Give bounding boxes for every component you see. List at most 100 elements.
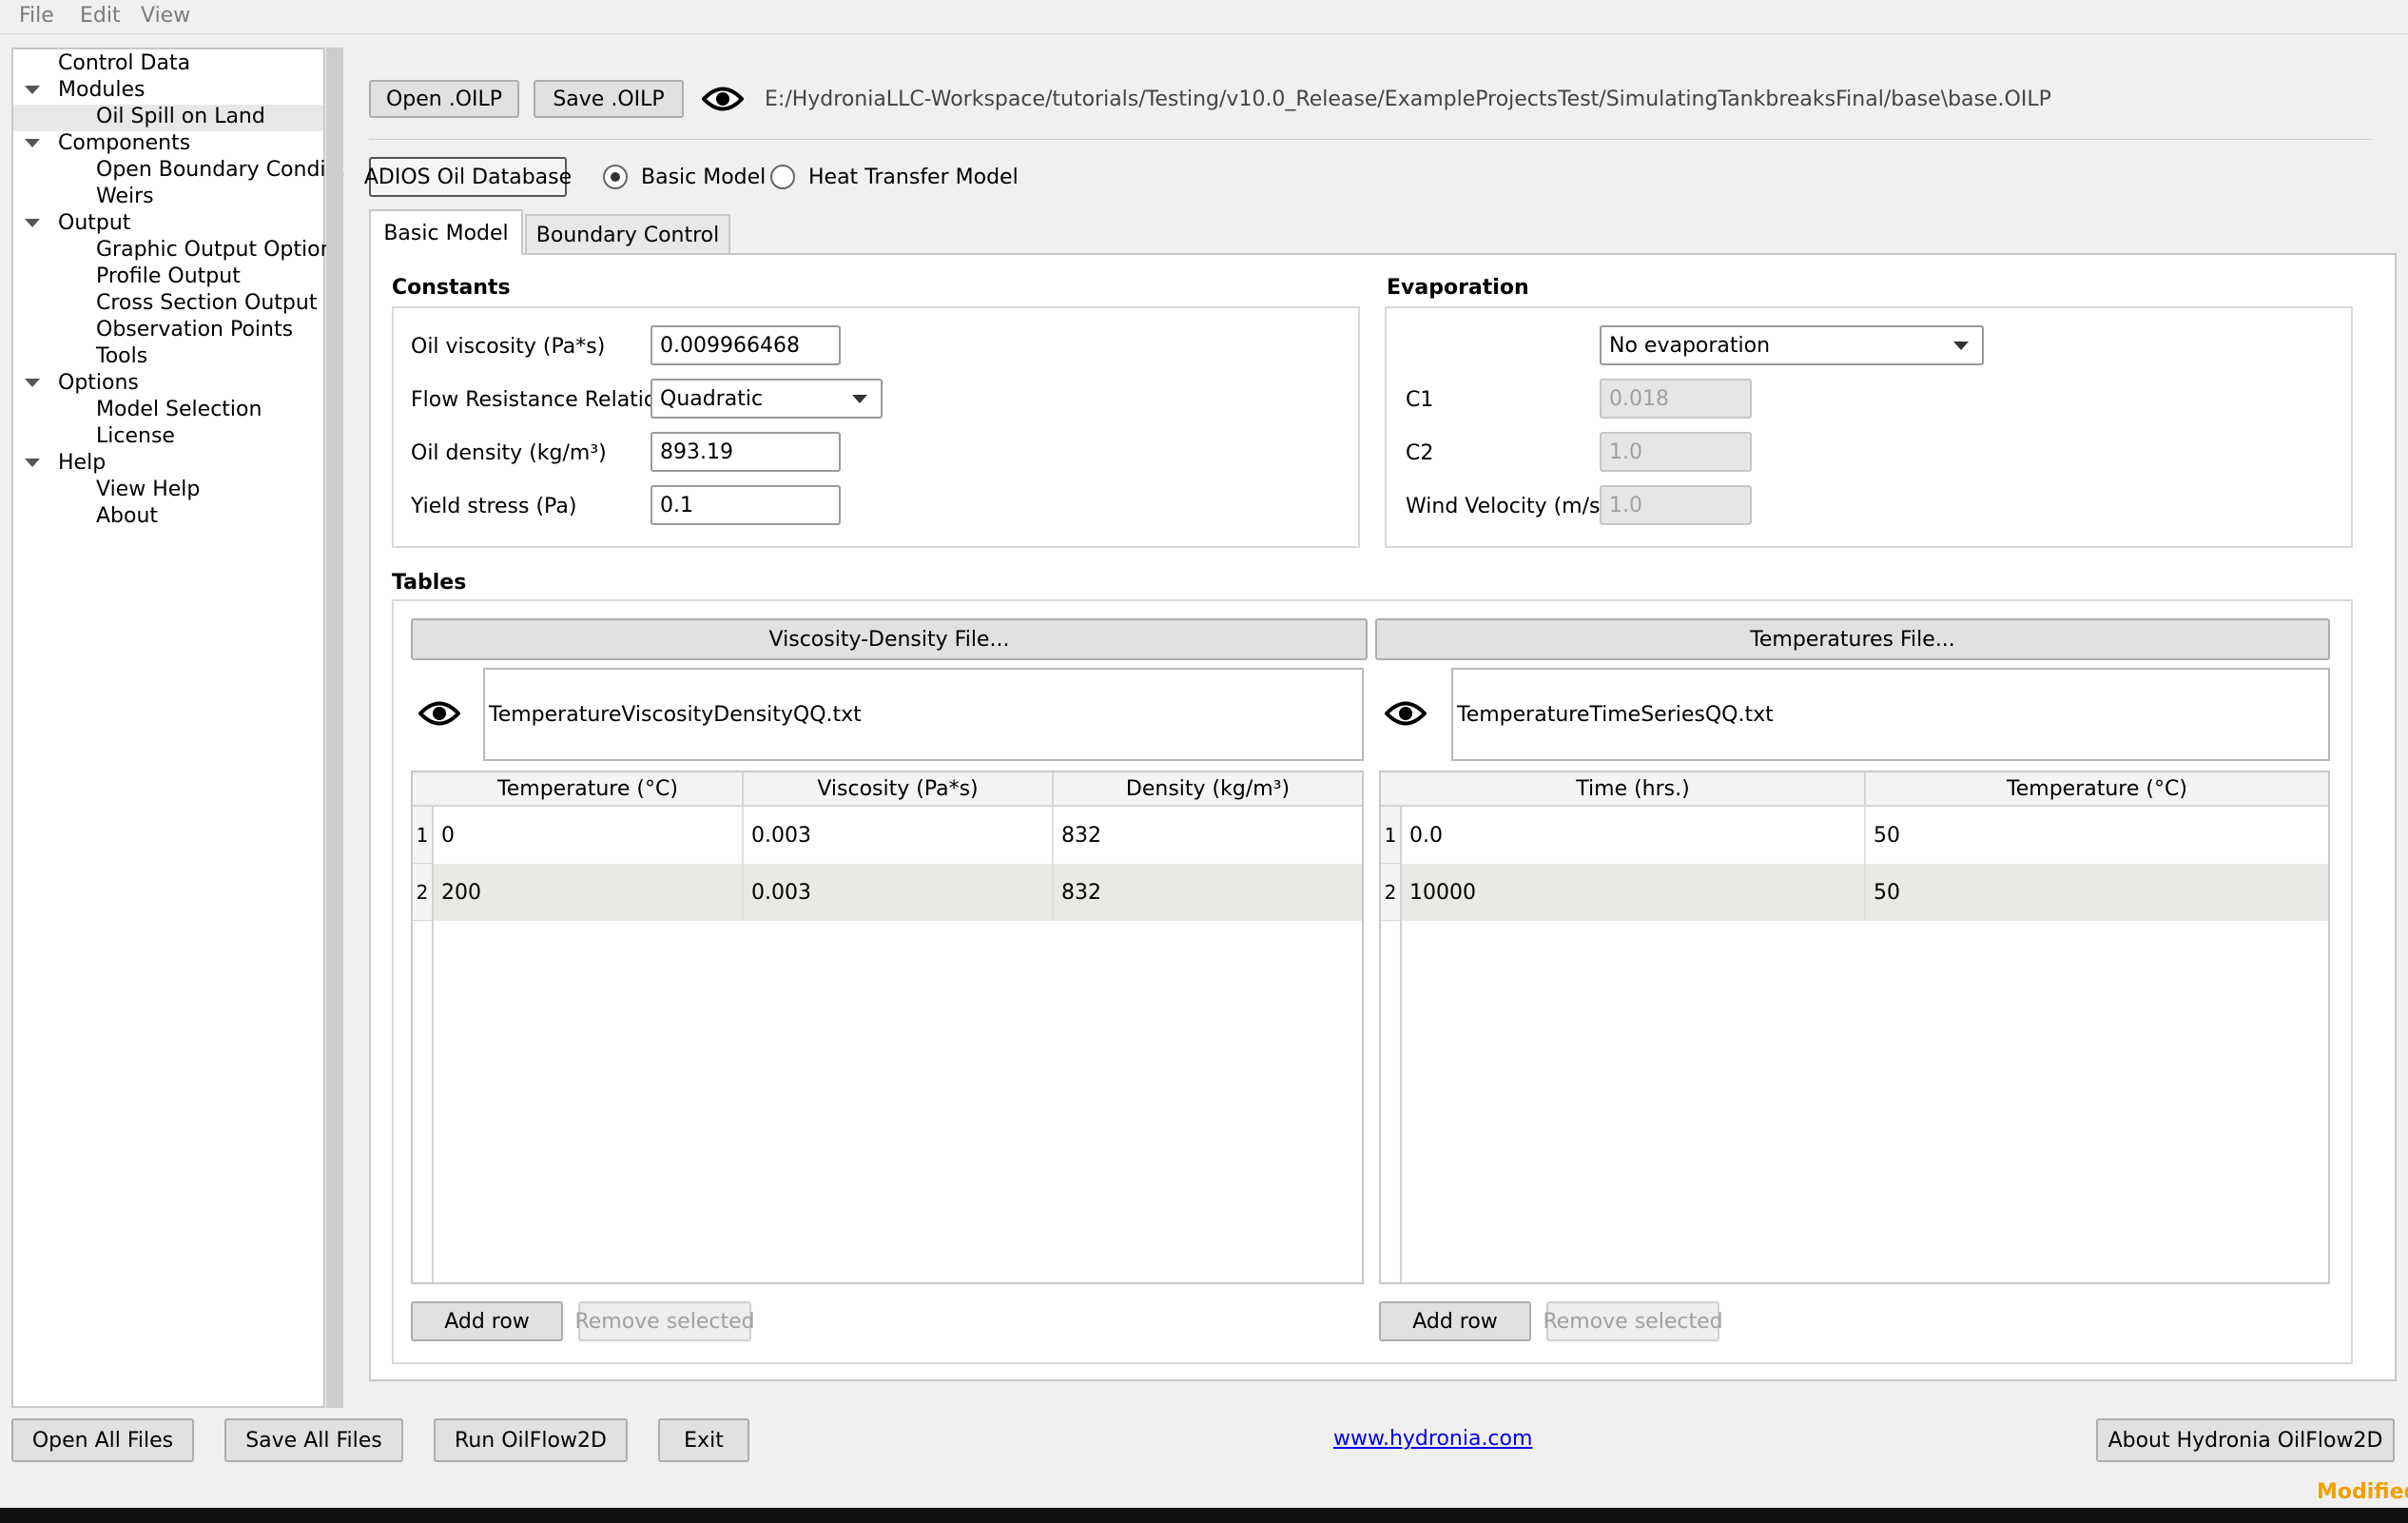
- table-header[interactable]: Temperature (°C): [1866, 772, 2328, 807]
- eye-icon[interactable]: [702, 85, 744, 113]
- flow-resistance-value: Quadratic: [660, 386, 764, 411]
- table-header[interactable]: Density (kg/m³): [1054, 772, 1362, 807]
- wind-velocity-input[interactable]: 1.0: [1600, 485, 1752, 525]
- expand-arrow-icon[interactable]: [25, 459, 40, 467]
- tree-splitter-scrollbar[interactable]: [326, 48, 343, 1408]
- yield-stress-input[interactable]: 0.1: [651, 485, 841, 525]
- save-oilp-button[interactable]: Save .OILP: [534, 80, 684, 118]
- run-oilflow2d-button[interactable]: Run OilFlow2D: [434, 1418, 628, 1462]
- file-path-label: E:/HydroniaLLC-Workspace/tutorials/Testi…: [765, 88, 2051, 111]
- status-modified-label: Modified: [2317, 1480, 2408, 1504]
- tree-item-open-boundary[interactable]: Open Boundary Condi...: [96, 158, 346, 182]
- row-number[interactable]: 2: [413, 864, 434, 921]
- oil-density-label: Oil density (kg/m³): [411, 441, 607, 465]
- table-cell[interactable]: 0.003: [744, 864, 1054, 921]
- basic-model-radio[interactable]: [603, 165, 628, 189]
- add-row-button[interactable]: Add row: [411, 1301, 563, 1341]
- c1-label: C1: [1406, 388, 1434, 412]
- row-number[interactable]: 1: [1381, 807, 1402, 864]
- chevron-down-icon: [1953, 342, 1969, 350]
- table-cell[interactable]: 10000: [1402, 864, 1866, 921]
- tables-title: Tables: [392, 571, 467, 595]
- table-header[interactable]: Temperature (°C): [413, 772, 744, 807]
- oil-viscosity-label: Oil viscosity (Pa*s): [411, 335, 606, 359]
- tree-item-oil-spill-on-land[interactable]: Oil Spill on Land: [96, 105, 265, 128]
- evaporation-mode-select[interactable]: No evaporation: [1600, 325, 1984, 365]
- expand-arrow-icon[interactable]: [25, 379, 40, 387]
- save-all-files-button[interactable]: Save All Files: [224, 1418, 403, 1462]
- table-cell[interactable]: 50: [1866, 864, 2328, 921]
- tree-item-control-data[interactable]: Control Data: [58, 51, 190, 75]
- flow-resistance-select[interactable]: Quadratic: [651, 379, 883, 419]
- open-oilp-button[interactable]: Open .OILP: [369, 80, 519, 118]
- table-cell[interactable]: 0: [434, 807, 744, 864]
- table-cell[interactable]: 832: [1054, 807, 1362, 864]
- hydronia-website-link[interactable]: www.hydronia.com: [1333, 1427, 1532, 1451]
- table-cell[interactable]: 832: [1054, 864, 1362, 921]
- tree-item-weirs[interactable]: Weirs: [96, 185, 154, 208]
- tree-item-help[interactable]: Help: [58, 451, 106, 475]
- navigation-tree[interactable]: Control Data Modules Oil Spill on Land C…: [11, 48, 346, 1408]
- tree-item-about[interactable]: About: [96, 504, 158, 528]
- remove-selected-button[interactable]: Remove selected: [574, 1301, 755, 1341]
- yield-stress-label: Yield stress (Pa): [411, 495, 577, 518]
- c1-input[interactable]: 0.018: [1600, 379, 1752, 419]
- row-header-gutter: [413, 921, 434, 1282]
- tree-item-profile-output[interactable]: Profile Output: [96, 264, 241, 288]
- row-header-gutter: [1381, 921, 1402, 1282]
- chevron-down-icon: [852, 395, 867, 403]
- add-row-button[interactable]: Add row: [1379, 1301, 1531, 1341]
- table-cell[interactable]: 50: [1866, 807, 2328, 864]
- table-cell[interactable]: 200: [434, 864, 744, 921]
- table-header[interactable]: Viscosity (Pa*s): [744, 772, 1054, 807]
- about-hydronia-button[interactable]: About Hydronia OilFlow2D: [2096, 1418, 2395, 1462]
- tab-boundary-control[interactable]: Boundary Control: [525, 214, 730, 254]
- separator: [369, 139, 2372, 140]
- eye-icon[interactable]: [418, 699, 460, 728]
- tree-item-observation-points[interactable]: Observation Points: [96, 318, 293, 342]
- expand-arrow-icon[interactable]: [25, 86, 40, 94]
- expand-arrow-icon[interactable]: [25, 139, 40, 147]
- temperatures-filename: TemperatureTimeSeriesQQ.txt: [1451, 668, 2330, 761]
- tree-item-output[interactable]: Output: [58, 211, 130, 235]
- table-header[interactable]: Time (hrs.): [1381, 772, 1866, 807]
- evaporation-mode-value: No evaporation: [1609, 333, 1771, 358]
- tree-item-model-selection[interactable]: Model Selection: [96, 398, 262, 421]
- tree-item-graphic-output[interactable]: Graphic Output Options: [96, 238, 344, 262]
- tree-item-components[interactable]: Components: [58, 131, 190, 155]
- open-all-files-button[interactable]: Open All Files: [11, 1418, 194, 1462]
- c2-input[interactable]: 1.0: [1600, 432, 1752, 472]
- oil-density-input[interactable]: 893.19: [651, 432, 841, 472]
- tree-item-license[interactable]: License: [96, 424, 175, 448]
- exit-button[interactable]: Exit: [658, 1418, 749, 1462]
- viscosity-density-table[interactable]: Temperature (°C) Viscosity (Pa*s) Densit…: [411, 771, 1364, 1284]
- table-cell[interactable]: 0.0: [1402, 807, 1866, 864]
- tab-basic-model[interactable]: Basic Model: [369, 209, 523, 255]
- tree-item-modules[interactable]: Modules: [58, 78, 145, 102]
- oil-viscosity-input[interactable]: 0.009966468: [651, 325, 841, 365]
- menu-edit[interactable]: Edit: [80, 4, 121, 28]
- temperatures-table[interactable]: Time (hrs.) Temperature (°C) 1 0.0 50 2 …: [1379, 771, 2330, 1284]
- menu-file[interactable]: File: [19, 4, 54, 28]
- viscosity-density-file-button[interactable]: Viscosity-Density File...: [411, 618, 1368, 660]
- tree-item-tools[interactable]: Tools: [96, 344, 147, 368]
- wind-velocity-label: Wind Velocity (m/s): [1406, 495, 1609, 518]
- basic-model-radio-label: Basic Model: [641, 166, 767, 189]
- tree-item-cross-section[interactable]: Cross Section Output: [96, 291, 317, 315]
- c2-label: C2: [1406, 441, 1434, 465]
- expand-arrow-icon[interactable]: [25, 219, 40, 227]
- eye-icon[interactable]: [1385, 699, 1427, 728]
- row-number[interactable]: 1: [413, 807, 434, 864]
- temperatures-file-button[interactable]: Temperatures File...: [1375, 618, 2330, 660]
- adios-oil-database-button[interactable]: ADIOS Oil Database: [364, 157, 572, 197]
- tree-item-options[interactable]: Options: [58, 371, 139, 395]
- window-bottom-edge: [0, 1508, 2408, 1523]
- menu-view[interactable]: View: [141, 4, 190, 28]
- table-cell[interactable]: 0.003: [744, 807, 1054, 864]
- tree-item-view-help[interactable]: View Help: [96, 478, 200, 501]
- row-number[interactable]: 2: [1381, 864, 1402, 921]
- remove-selected-button[interactable]: Remove selected: [1543, 1301, 1723, 1341]
- evaporation-title: Evaporation: [1387, 276, 1529, 300]
- heat-transfer-model-radio-label: Heat Transfer Model: [808, 166, 1019, 189]
- heat-transfer-model-radio[interactable]: [770, 165, 795, 189]
